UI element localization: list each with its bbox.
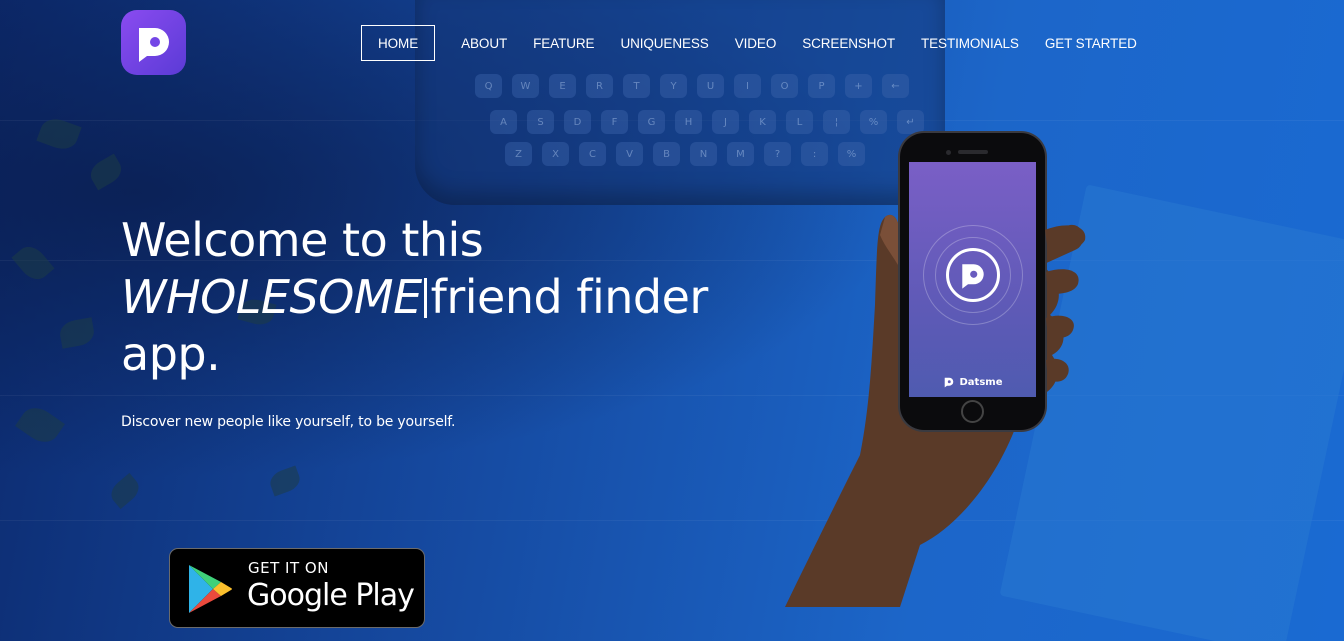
phone-camera [946, 150, 951, 155]
nav-screenshot[interactable]: SCREENSHOT [802, 25, 895, 61]
typewriter-key: F [601, 110, 628, 134]
typewriter-key: T [623, 74, 650, 98]
phone-app-logo [946, 248, 1000, 302]
phone-brand: Datsme [909, 376, 1036, 388]
typewriter-key: : [801, 142, 828, 166]
badge-big-text: Google Play [247, 578, 415, 613]
phone-speaker [958, 150, 988, 154]
typewriter-key: ← [882, 74, 909, 98]
leaf-decoration [86, 153, 126, 191]
typewriter-key: Z [505, 142, 532, 166]
typewriter-key: D [564, 110, 591, 134]
typewriter-key: U [697, 74, 724, 98]
typewriter-key: A [490, 110, 517, 134]
leaf-decoration [267, 465, 303, 497]
leaf-decoration [15, 401, 65, 449]
typewriter-key: % [860, 110, 887, 134]
typewriter-key: K [749, 110, 776, 134]
leaf-decoration [11, 240, 55, 286]
typewriter-key: G [638, 110, 665, 134]
headline-highlight: WHOLESOME [121, 270, 422, 324]
phone-mockup: Datsme [900, 133, 1045, 430]
google-play-icon [189, 565, 232, 613]
hero-headline: Welcome to this WHOLESOME friend finder a… [121, 212, 761, 383]
typewriter-key: ¦ [823, 110, 850, 134]
phone-app-name: Datsme [959, 376, 1003, 388]
typewriter-key: W [512, 74, 539, 98]
typewriter-key: P [808, 74, 835, 98]
leaf-decoration [58, 317, 96, 349]
nav-about[interactable]: ABOUT [461, 25, 507, 61]
typewriter-key: V [616, 142, 643, 166]
nav-get-started[interactable]: GET STARTED [1045, 25, 1137, 61]
datsme-logo-icon [138, 27, 169, 62]
nav-video[interactable]: VIDEO [735, 25, 777, 61]
typewriter-key: C [579, 142, 606, 166]
main-nav: HOME ABOUT FEATURE UNIQUENESS VIDEO SCRE… [361, 25, 1137, 61]
badge-small-text: GET IT ON [248, 559, 329, 577]
typewriter-key: I [734, 74, 761, 98]
google-play-button[interactable]: GET IT ON Google Play [169, 548, 425, 628]
typing-cursor [423, 278, 427, 318]
typewriter-key: J [712, 110, 739, 134]
leaf-decoration [106, 472, 144, 510]
typewriter-key: H [675, 110, 702, 134]
hero-subtitle: Discover new people like yourself, to be… [121, 414, 456, 430]
typewriter-key: Y [660, 74, 687, 98]
typewriter-key: N [690, 142, 717, 166]
phone-screen: Datsme [909, 162, 1036, 397]
typewriter-key: % [838, 142, 865, 166]
typewriter-key: + [845, 74, 872, 98]
phone-home-button [961, 400, 984, 423]
hand-fingers [1045, 225, 1086, 382]
typewriter-key: R [586, 74, 613, 98]
typewriter-key: O [771, 74, 798, 98]
typewriter-key: B [653, 142, 680, 166]
datsme-logo-icon [962, 264, 984, 289]
typewriter-key: X [542, 142, 569, 166]
nav-uniqueness[interactable]: UNIQUENESS [620, 25, 708, 61]
datsme-logo-icon [944, 377, 953, 388]
typewriter-key: ? [764, 142, 791, 166]
headline-line3: app. [121, 327, 221, 381]
site-logo[interactable] [121, 10, 186, 75]
typewriter-key: ↵ [897, 110, 924, 134]
nav-home[interactable]: HOME [361, 25, 436, 61]
typewriter-key: S [527, 110, 554, 134]
headline-line1: Welcome to this [121, 213, 484, 267]
nav-testimonials[interactable]: TESTIMONIALS [921, 25, 1019, 61]
typewriter-key: M [727, 142, 754, 166]
typewriter-key: Q [475, 74, 502, 98]
typewriter-key: L [786, 110, 813, 134]
nav-feature[interactable]: FEATURE [533, 25, 594, 61]
typewriter-key: E [549, 74, 576, 98]
headline-line2: friend finder [430, 270, 709, 324]
